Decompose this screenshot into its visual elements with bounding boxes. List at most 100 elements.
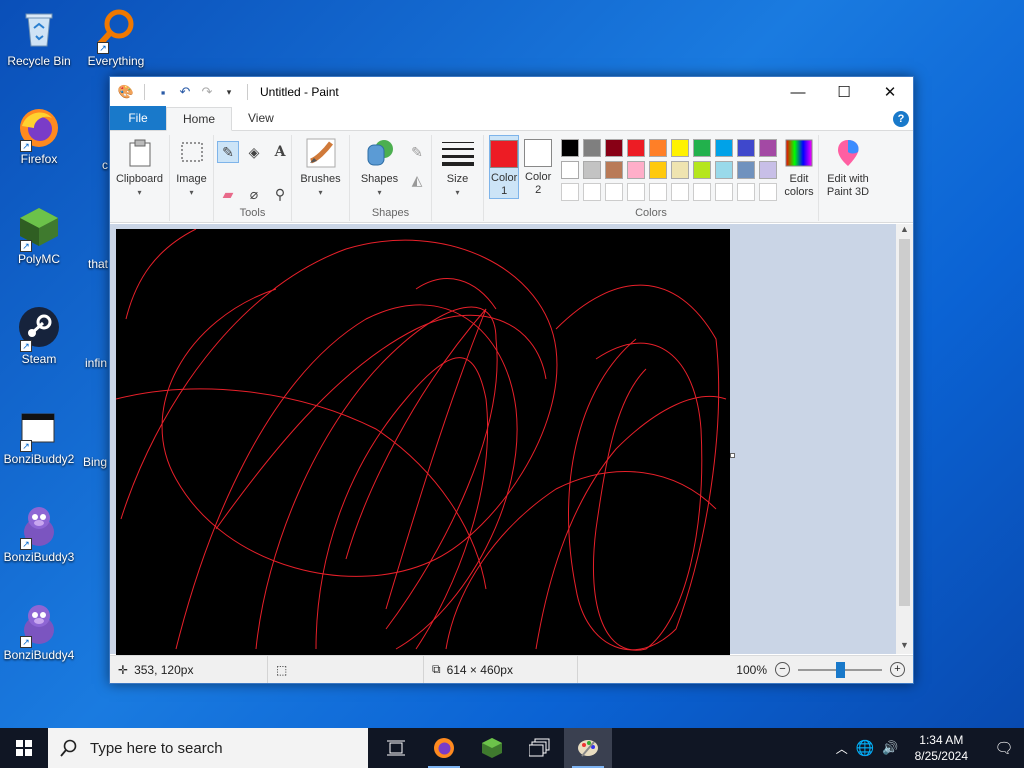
scroll-down-icon[interactable]: ▼: [896, 640, 913, 654]
color-picker-icon[interactable]: ⌀: [243, 183, 265, 205]
undo-icon[interactable]: ↶: [177, 84, 193, 100]
show-hidden-icons-icon[interactable]: ︿: [836, 740, 848, 757]
outline-icon[interactable]: ✎: [406, 141, 428, 163]
zoom-slider-knob[interactable]: [836, 661, 845, 678]
scrollbar-thumb[interactable]: [899, 239, 910, 606]
palette-swatch[interactable]: [583, 183, 601, 201]
palette-swatch[interactable]: [561, 139, 579, 157]
palette-swatch[interactable]: [671, 161, 689, 179]
colors-group: Color 1 Color 2 Edit colors Colors: [484, 135, 819, 221]
palette-swatch[interactable]: [649, 183, 667, 201]
vertical-scrollbar[interactable]: ▲ ▼: [896, 224, 913, 654]
palette-swatch[interactable]: [715, 183, 733, 201]
desktop-icon-bonzibuddy2[interactable]: ↗ BonziBuddy2: [1, 404, 77, 466]
desktop-icon-recycle-bin[interactable]: Recycle Bin: [1, 6, 77, 68]
color1-button[interactable]: Color 1: [489, 135, 520, 199]
redo-icon[interactable]: ↷: [199, 84, 215, 100]
palette-swatch[interactable]: [561, 161, 579, 179]
resize-handle-right[interactable]: [730, 453, 735, 458]
notification-icon[interactable]: 🗨: [984, 739, 1024, 757]
tab-file[interactable]: File: [110, 106, 166, 130]
palette-swatch[interactable]: [627, 161, 645, 179]
zoom-out-button[interactable]: −: [775, 662, 790, 677]
taskbar-polymc[interactable]: [468, 728, 516, 768]
desktop-icon-bonzibuddy4[interactable]: ↗ BonziBuddy4: [1, 600, 77, 662]
desktop-icon-label: Firefox: [20, 152, 58, 166]
palette-swatch[interactable]: [605, 161, 623, 179]
palette-swatch[interactable]: [737, 139, 755, 157]
magnifier-icon[interactable]: ⚲: [269, 183, 291, 205]
clock[interactable]: 1:34 AM 8/25/2024: [907, 732, 976, 764]
help-button[interactable]: ?: [893, 111, 909, 127]
close-button[interactable]: ✕: [867, 77, 913, 107]
recycle-bin-icon: [16, 6, 62, 52]
shortcut-arrow-icon: ↗: [20, 340, 32, 352]
clipboard-button[interactable]: Clipboard ▾: [113, 135, 166, 221]
desktop-icon-firefox[interactable]: ↗ Firefox: [1, 104, 77, 166]
volume-icon[interactable]: 🔊: [882, 740, 898, 756]
zoom-in-button[interactable]: +: [890, 662, 905, 677]
palette-swatch[interactable]: [583, 161, 601, 179]
task-view-icon: [387, 740, 405, 756]
drawn-stroke: [445, 471, 717, 650]
save-icon[interactable]: ▪: [155, 84, 171, 100]
brush-icon: [305, 137, 337, 169]
desktop-icon-partial-label: c: [102, 158, 108, 172]
palette-swatch[interactable]: [737, 161, 755, 179]
desktop-icon-bonzibuddy3[interactable]: ↗ BonziBuddy3: [1, 502, 77, 564]
title-bar: 🎨 ▪ ↶ ↷ ▾ Untitled - Paint — ☐ ✕: [110, 77, 913, 107]
text-tool-icon[interactable]: A: [269, 141, 291, 163]
palette-swatch[interactable]: [671, 139, 689, 157]
taskbar-windows-stack[interactable]: [516, 728, 564, 768]
palette-swatch[interactable]: [759, 183, 777, 201]
desktop-icon-everything[interactable]: ↗ Everything: [78, 6, 154, 68]
palette-swatch[interactable]: [693, 161, 711, 179]
task-view-button[interactable]: [372, 728, 420, 768]
palette-swatch[interactable]: [627, 139, 645, 157]
palette-swatch[interactable]: [583, 139, 601, 157]
desktop-icon-label: BonziBuddy2: [3, 452, 75, 466]
image-button[interactable]: Image ▾: [173, 135, 210, 221]
palette-swatch[interactable]: [649, 161, 667, 179]
search-placeholder: Type here to search: [90, 739, 223, 757]
image-size-icon: ⧉: [432, 662, 441, 676]
taskbar-paint[interactable]: [564, 728, 612, 768]
brushes-group: Brushes ▾: [292, 135, 350, 221]
palette-swatch[interactable]: [671, 183, 689, 201]
tab-view[interactable]: View: [232, 106, 290, 130]
palette-swatch[interactable]: [759, 139, 777, 157]
chevron-down-icon: ▾: [137, 188, 142, 197]
minimize-button[interactable]: —: [775, 77, 821, 107]
edit-with-paint3d-button[interactable]: Edit with Paint 3D: [822, 135, 874, 221]
tools-group: ✎ ◈ A ▰ ⌀ ⚲ Tools: [214, 135, 292, 221]
palette-swatch[interactable]: [693, 139, 711, 157]
fill-bucket-icon[interactable]: ◈: [243, 141, 265, 163]
desktop-icon-polymc[interactable]: ↗ PolyMC: [1, 204, 77, 266]
palette-swatch[interactable]: [649, 139, 667, 157]
palette-swatch[interactable]: [627, 183, 645, 201]
eraser-icon[interactable]: ▰: [217, 183, 239, 205]
palette-swatch[interactable]: [737, 183, 755, 201]
desktop-icon-steam[interactable]: ↗ Steam: [1, 304, 77, 366]
taskbar-search-box[interactable]: Type here to search: [48, 728, 368, 768]
fill-icon[interactable]: ◭: [406, 169, 428, 191]
maximize-button[interactable]: ☐: [821, 77, 867, 107]
tab-home[interactable]: Home: [166, 107, 233, 131]
size-button[interactable]: Size ▾: [435, 135, 480, 221]
pencil-icon[interactable]: ✎: [217, 141, 239, 163]
start-button[interactable]: [0, 728, 48, 768]
palette-swatch[interactable]: [759, 161, 777, 179]
network-icon[interactable]: 🌐: [856, 739, 875, 757]
taskbar-firefox[interactable]: [420, 728, 468, 768]
palette-swatch[interactable]: [715, 139, 733, 157]
palette-swatch[interactable]: [693, 183, 711, 201]
palette-swatch[interactable]: [605, 183, 623, 201]
palette-swatch[interactable]: [561, 183, 579, 201]
scroll-up-icon[interactable]: ▲: [896, 224, 913, 238]
palette-swatch[interactable]: [605, 139, 623, 157]
drawing-canvas[interactable]: [116, 229, 730, 656]
brushes-button[interactable]: Brushes ▾: [295, 135, 346, 221]
zoom-slider[interactable]: [798, 661, 882, 678]
palette-swatch[interactable]: [715, 161, 733, 179]
customize-qat-icon[interactable]: ▾: [221, 84, 237, 100]
